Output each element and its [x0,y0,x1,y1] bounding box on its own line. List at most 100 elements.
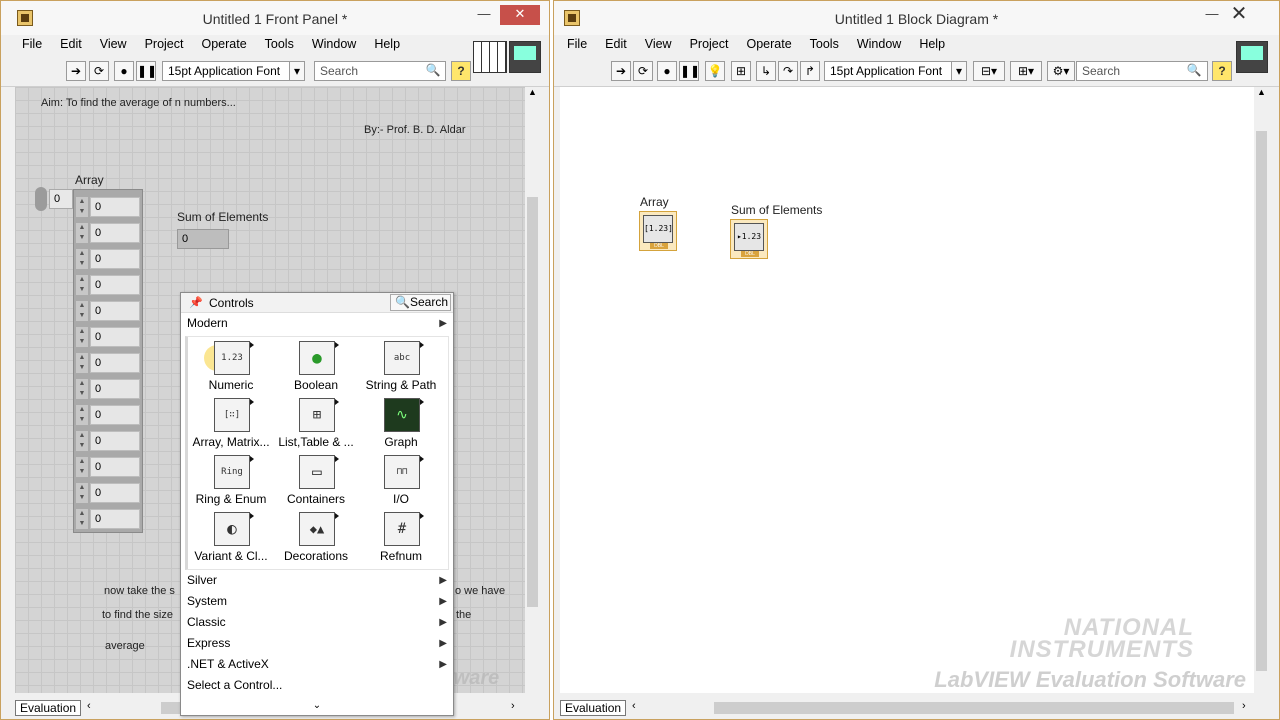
scroll-left-icon[interactable]: ‹ [632,700,636,712]
palette-category-dotnet-activex[interactable]: .NET & ActiveX ▶ [181,654,453,675]
menu-view[interactable]: View [91,35,136,55]
array-element-value[interactable]: 0 [90,223,140,243]
run-arrow-icon[interactable]: ➔ [611,61,631,81]
array-element[interactable]: ▲ ▼ 0 [76,508,142,530]
array-element[interactable]: ▲ ▼ 0 [76,430,142,452]
palette-item-numeric[interactable]: 1.23 Numeric [188,337,274,394]
palette-item-list-table[interactable]: ⊞ List,Table & ... [273,394,359,451]
spinner-icon[interactable]: ▲ ▼ [76,327,88,347]
close-button[interactable]: ✕ [1226,4,1252,25]
palette-item-boolean[interactable]: ● Boolean [273,337,359,394]
block-diagram-horizontal-scrollbar[interactable]: Evaluation ‹ › [554,697,1279,719]
font-selector[interactable]: 15pt Application Font [162,61,290,81]
retain-wire-values-icon[interactable]: ⊞ [731,61,751,81]
array-element-value[interactable]: 0 [90,405,140,425]
array-element[interactable]: ▲ ▼ 0 [76,352,142,374]
spinner-icon[interactable]: ▲ ▼ [76,405,88,425]
pause-icon[interactable]: ❚❚ [136,61,157,81]
palette-item-refnum[interactable]: # Refnum [358,508,444,565]
menu-project[interactable]: Project [681,35,738,55]
array-element[interactable]: ▲ ▼ 0 [76,196,142,218]
menu-operate[interactable]: Operate [737,35,800,55]
scroll-up-icon[interactable]: ▲ [1254,87,1269,97]
vi-icon[interactable] [509,41,541,73]
scroll-thumb[interactable] [161,702,181,714]
menu-file[interactable]: File [13,35,51,55]
palette-item-graph[interactable]: ∿ Graph [358,394,444,451]
array-element[interactable]: ▲ ▼ 0 [76,482,142,504]
font-dropdown-icon[interactable]: ▾ [951,61,967,81]
pin-icon[interactable]: 📌 [189,296,203,309]
array-index-value[interactable]: 0 [49,189,73,209]
array-element[interactable]: ▲ ▼ 0 [76,274,142,296]
array-element-value[interactable]: 0 [90,327,140,347]
sum-indicator[interactable]: 0 [177,229,229,249]
palette-item-ring-enum[interactable]: Ring Ring & Enum [188,451,274,508]
menu-tools[interactable]: Tools [256,35,303,55]
search-icon[interactable]: 🔍 [423,61,443,81]
array-element-value[interactable]: 0 [90,457,140,477]
search-icon[interactable]: 🔍 [1184,61,1204,81]
palette-category-system[interactable]: System ▶ [181,591,453,612]
palette-item-array-matrix[interactable]: [∷] Array, Matrix... [188,394,274,451]
array-element[interactable]: ▲ ▼ 0 [76,248,142,270]
index-spinner-icon[interactable] [35,187,47,211]
array-element-value[interactable]: 0 [90,379,140,399]
palette-category-express[interactable]: Express ▶ [181,633,453,654]
block-diagram-canvas[interactable]: Array [1.23] DBL Sum of Elements ▸1.23 D… [560,87,1254,693]
pause-icon[interactable]: ❚❚ [679,61,700,81]
scroll-right-icon[interactable]: › [511,700,515,712]
front-panel-titlebar[interactable]: Untitled 1 Front Panel * — ✕ [1,1,549,35]
help-icon[interactable]: ? [1212,61,1232,81]
run-continuously-icon[interactable]: ⟳ [89,61,109,81]
menu-edit[interactable]: Edit [51,35,91,55]
minimize-button[interactable]: — [471,5,497,25]
spinner-icon[interactable]: ▲ ▼ [76,483,88,503]
menu-window[interactable]: Window [303,35,365,55]
spinner-icon[interactable]: ▲ ▼ [76,379,88,399]
array-element[interactable]: ▲ ▼ 0 [76,300,142,322]
minimize-button[interactable]: — [1199,5,1225,25]
run-arrow-icon[interactable]: ➔ [66,61,86,81]
help-icon[interactable]: ? [451,61,471,81]
spinner-icon[interactable]: ▲ ▼ [76,353,88,373]
array-element[interactable]: ▲ ▼ 0 [76,456,142,478]
abort-icon[interactable]: ● [657,61,677,81]
array-element-value[interactable]: 0 [90,509,140,529]
menu-window[interactable]: Window [848,35,910,55]
array-element-value[interactable]: 0 [90,301,140,321]
abort-icon[interactable]: ● [114,61,134,81]
array-element[interactable]: ▲ ▼ 0 [76,222,142,244]
array-terminal[interactable]: [1.23] DBL [639,211,677,251]
spinner-icon[interactable]: ▲ ▼ [76,275,88,295]
scroll-left-icon[interactable]: ‹ [87,700,91,712]
palette-item-decorations[interactable]: ◆▲ Decorations [273,508,359,565]
menu-view[interactable]: View [636,35,681,55]
close-button[interactable]: ✕ [500,5,540,25]
spinner-icon[interactable]: ▲ ▼ [76,509,88,529]
step-out-icon[interactable]: ↱ [800,61,820,81]
chevron-down-icon[interactable]: ⌄ [181,700,453,711]
distribute-objects-icon[interactable]: ⊞▾ [1010,61,1042,81]
scroll-thumb[interactable] [714,702,1234,714]
run-continuously-icon[interactable]: ⟳ [633,61,653,81]
block-diagram-titlebar[interactable]: Untitled 1 Block Diagram * — ✕ [554,1,1279,35]
spinner-icon[interactable]: ▲ ▼ [76,301,88,321]
vi-icon[interactable] [1236,41,1268,73]
palette-category-classic[interactable]: Classic ▶ [181,612,453,633]
menu-edit[interactable]: Edit [596,35,636,55]
menu-operate[interactable]: Operate [192,35,255,55]
array-element-value[interactable]: 0 [90,197,140,217]
array-element-value[interactable]: 0 [90,483,140,503]
font-dropdown-icon[interactable]: ▾ [289,61,305,81]
palette-category-silver[interactable]: Silver ▶ [181,570,453,591]
menu-help[interactable]: Help [910,35,954,55]
array-index-control[interactable]: 0 [35,187,73,211]
menu-project[interactable]: Project [136,35,193,55]
palette-search-button[interactable]: 🔍Search [390,294,451,311]
spinner-icon[interactable]: ▲ ▼ [76,457,88,477]
spinner-icon[interactable]: ▲ ▼ [76,197,88,217]
palette-item-io[interactable]: ⊓⊓ I/O [358,451,444,508]
array-element-value[interactable]: 0 [90,275,140,295]
font-selector[interactable]: 15pt Application Font [824,61,952,81]
